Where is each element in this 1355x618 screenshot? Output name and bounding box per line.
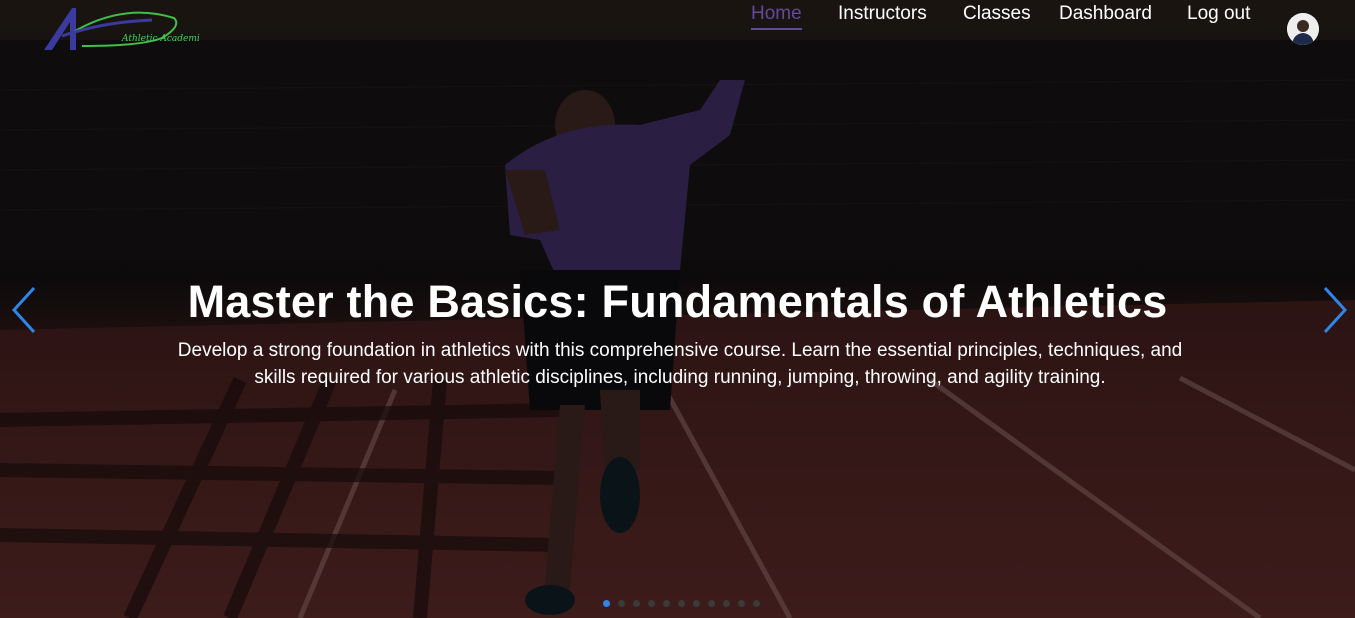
hero-title: Master the Basics: Fundamentals of Athle…	[187, 276, 1168, 327]
top-navbar: Athletic Academi Home Instructors Classe…	[0, 0, 1355, 62]
carousel-indicator-dot[interactable]	[723, 600, 730, 607]
user-avatar[interactable]	[1287, 13, 1319, 45]
hero-carousel: Athletic Academi Home Instructors Classe…	[0, 0, 1355, 618]
nav-home-link[interactable]: Home	[751, 0, 802, 30]
carousel-indicator-dot[interactable]	[753, 600, 760, 607]
carousel-indicator-dot[interactable]	[693, 600, 700, 607]
nav-instructors-link[interactable]: Instructors	[838, 0, 927, 28]
carousel-indicator-dot[interactable]	[738, 600, 745, 607]
nav-dashboard-link[interactable]: Dashboard	[1059, 0, 1152, 28]
nav-classes-link[interactable]: Classes	[963, 0, 1031, 28]
hero-description: Develop a strong foundation in athletics…	[177, 340, 1183, 388]
carousel-indicator-dot[interactable]	[678, 600, 685, 607]
carousel-indicator-dot[interactable]	[603, 600, 610, 607]
user-avatar-icon	[1287, 13, 1319, 45]
brand-logo[interactable]: Athletic Academi	[42, 4, 200, 54]
carousel-indicator-dot[interactable]	[663, 600, 670, 607]
nav-logout-link[interactable]: Log out	[1187, 0, 1250, 28]
brand-logo-text: Athletic Academi	[122, 34, 200, 44]
carousel-indicator-dot[interactable]	[708, 600, 715, 607]
logo-mark-icon	[44, 8, 178, 50]
carousel-indicator-dot[interactable]	[618, 600, 625, 607]
carousel-indicator-dot[interactable]	[648, 600, 655, 607]
carousel-indicator-dot[interactable]	[633, 600, 640, 607]
